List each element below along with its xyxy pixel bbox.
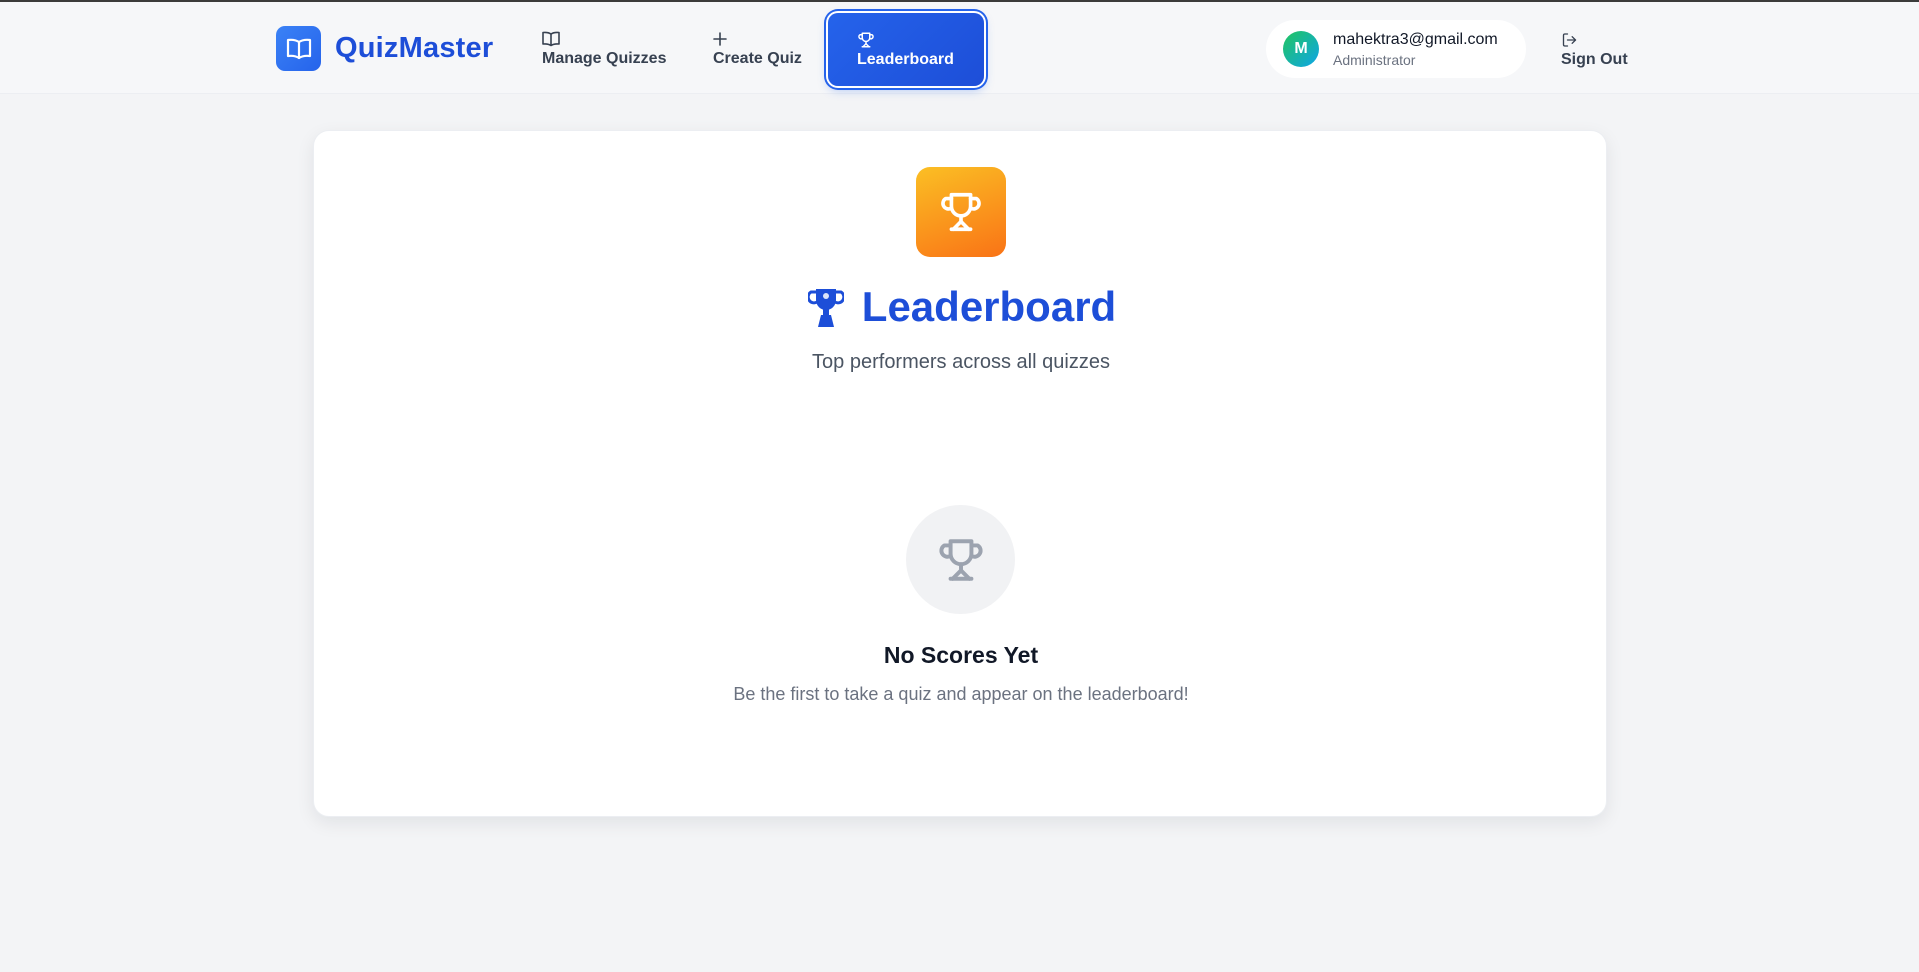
trophy-emoji-icon [806, 284, 846, 330]
empty-state-description: Be the first to take a quiz and appear o… [733, 684, 1189, 704]
avatar: M [1283, 31, 1319, 67]
leaderboard-card: Leaderboard Top performers across all qu… [313, 130, 1607, 817]
page-title: Leaderboard [861, 283, 1117, 330]
nav-create-quiz[interactable]: Create Quiz [713, 24, 802, 74]
user-chip[interactable]: M mahektra3@gmail.com Administrator [1266, 20, 1526, 78]
page-subtitle: Top performers across all quizzes [812, 351, 1110, 373]
nav-manage-quizzes[interactable]: Manage Quizzes [542, 24, 666, 74]
nav-manage-quizzes-label: Manage Quizzes [542, 50, 667, 67]
sign-out-button[interactable]: Sign Out [1561, 28, 1628, 72]
sign-out-label: Sign Out [1561, 51, 1628, 68]
trophy-icon [857, 31, 875, 49]
top-navbar: QuizMaster Manage Quizzes Create Quiz Le… [0, 2, 1919, 94]
empty-state-title: No Scores Yet [883, 642, 1039, 668]
log-out-icon [1561, 31, 1578, 49]
user-role: Administrator [1333, 51, 1416, 68]
nav-leaderboard-label: Leaderboard [857, 50, 954, 68]
user-email: mahektra3@gmail.com [1333, 30, 1498, 48]
trophy-icon [916, 167, 1006, 257]
trophy-icon [906, 505, 1015, 614]
plus-icon [713, 30, 727, 48]
brand[interactable]: QuizMaster [276, 26, 493, 71]
nav-leaderboard[interactable]: Leaderboard [828, 13, 984, 86]
page-title-row: Leaderboard [314, 279, 1608, 335]
brand-name: QuizMaster [335, 32, 494, 64]
nav-create-quiz-label: Create Quiz [713, 50, 802, 67]
user-info: mahektra3@gmail.com Administrator [1333, 31, 1498, 68]
book-icon [542, 30, 560, 48]
book-open-icon [276, 26, 321, 71]
